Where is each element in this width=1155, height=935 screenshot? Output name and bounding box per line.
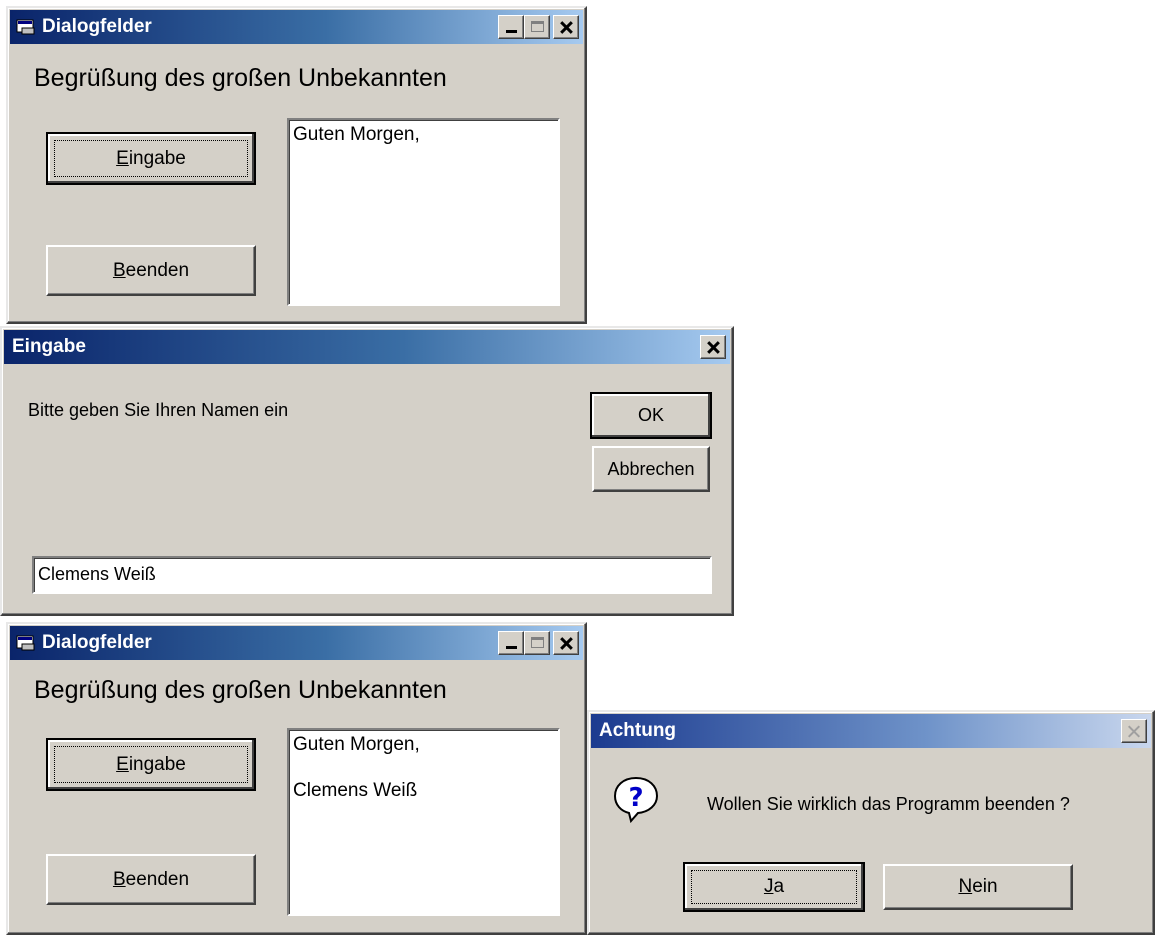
beenden-button[interactable]: Beenden xyxy=(46,854,256,905)
output-line: Guten Morgen, xyxy=(293,124,420,145)
nein-label: Nein xyxy=(958,876,998,897)
title-bar[interactable]: Dialogfelder xyxy=(10,10,583,44)
greeting-heading: Begrüßung des großen Unbekannten xyxy=(34,64,447,92)
maximize-icon xyxy=(531,637,544,648)
nein-button[interactable]: Nein xyxy=(883,864,1073,910)
beenden-label: Beenden xyxy=(112,259,190,281)
eingabe-dialog: Eingabe Bitte geben Sie Ihren Namen ein … xyxy=(0,326,734,616)
beenden-label: Beenden xyxy=(112,868,190,890)
close-button[interactable] xyxy=(1121,719,1147,743)
maximize-button[interactable] xyxy=(524,15,550,39)
output-textbox[interactable]: Guten Morgen, xyxy=(287,118,560,306)
close-button[interactable] xyxy=(553,15,579,39)
maximize-button[interactable] xyxy=(524,631,550,655)
abbrechen-button[interactable]: Abbrechen xyxy=(592,446,710,492)
minimize-button[interactable] xyxy=(498,15,524,39)
dialogfelder-window-top: Dialogfelder Begrüßung des großen Unbeka… xyxy=(6,6,587,324)
close-icon xyxy=(1122,720,1146,742)
name-input-value: Clemens Weiß xyxy=(38,564,156,584)
abbrechen-label: Abbrechen xyxy=(607,458,695,479)
dialogfelder-window-bottom: Dialogfelder Begrüßung des großen Unbeka… xyxy=(6,622,587,935)
title-buttons xyxy=(700,335,726,359)
ok-label: OK xyxy=(637,405,664,425)
output-line: Clemens Weiß xyxy=(293,780,418,801)
ja-button[interactable]: Ja xyxy=(683,862,865,912)
eingabe-label: Eingabe xyxy=(116,753,186,775)
eingabe-button[interactable]: Eingabe xyxy=(46,738,256,791)
achtung-dialog: Achtung ? Wollen Sie wirklich das Progra… xyxy=(587,710,1155,935)
app-icon[interactable] xyxy=(16,634,36,652)
eingabe-button[interactable]: Eingabe xyxy=(46,132,256,185)
prompt-text: Bitte geben Sie Ihren Namen ein xyxy=(28,400,289,420)
ja-label: Ja xyxy=(763,876,785,897)
ok-button[interactable]: OK xyxy=(590,392,712,439)
close-button[interactable] xyxy=(553,631,579,655)
maximize-icon xyxy=(531,21,544,32)
name-input[interactable]: Clemens Weiß xyxy=(32,556,712,594)
beenden-button[interactable]: Beenden xyxy=(46,245,256,296)
title-bar[interactable]: Dialogfelder xyxy=(10,626,583,660)
confirm-message: Wollen Sie wirklich das Programm beenden… xyxy=(707,794,1070,814)
close-icon xyxy=(554,632,578,654)
title-bar[interactable]: Eingabe xyxy=(4,330,730,364)
close-icon xyxy=(701,336,725,358)
greeting-heading: Begrüßung des großen Unbekannten xyxy=(34,676,447,704)
output-line: Guten Morgen, xyxy=(293,734,420,755)
close-button[interactable] xyxy=(700,335,726,359)
minimize-icon xyxy=(506,646,517,649)
close-icon xyxy=(554,16,578,38)
question-icon: ? xyxy=(611,774,661,824)
title-buttons xyxy=(1121,719,1147,743)
window-title: Dialogfelder xyxy=(42,632,152,653)
window-title: Dialogfelder xyxy=(42,16,152,37)
minimize-button[interactable] xyxy=(498,631,524,655)
title-bar[interactable]: Achtung xyxy=(591,714,1151,748)
output-textbox[interactable]: Guten Morgen, Clemens Weiß xyxy=(287,728,560,916)
title-buttons xyxy=(498,631,579,655)
minimize-icon xyxy=(506,30,517,33)
eingabe-label: Eingabe xyxy=(116,147,186,169)
title-buttons xyxy=(498,15,579,39)
dialog-title: Achtung xyxy=(599,720,677,741)
dialog-title: Eingabe xyxy=(12,336,86,357)
app-icon[interactable] xyxy=(16,18,36,36)
svg-text:?: ? xyxy=(628,783,643,813)
